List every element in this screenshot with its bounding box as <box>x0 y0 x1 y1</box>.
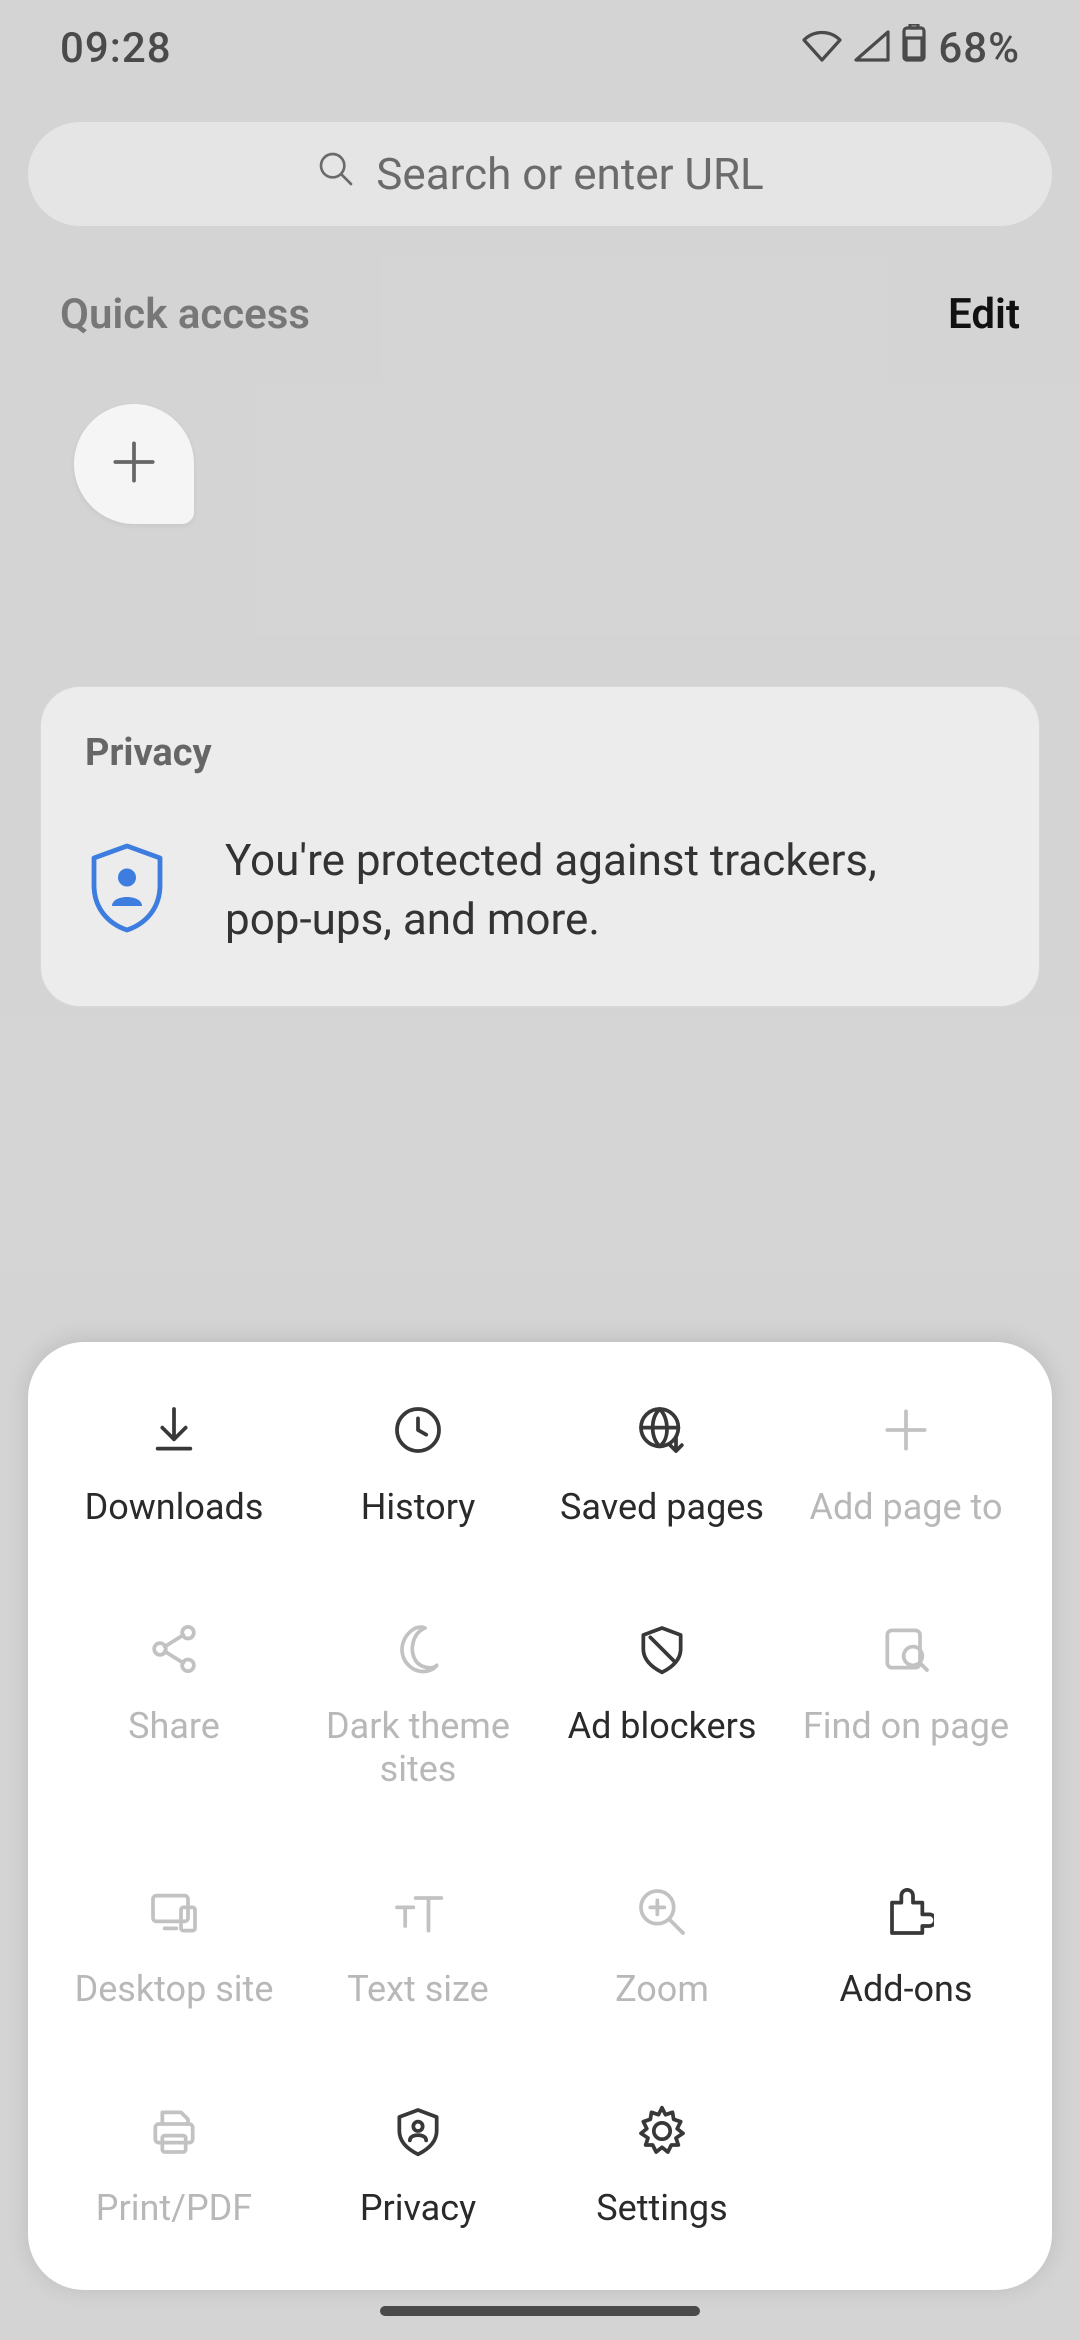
desktop-icon <box>146 1884 202 1940</box>
search-icon <box>316 148 356 200</box>
menu-add-ons[interactable]: Add-ons <box>784 1884 1028 2011</box>
download-icon <box>146 1402 202 1458</box>
clock-icon <box>390 1402 446 1458</box>
privacy-card-title: Privacy <box>85 731 995 775</box>
plus-icon <box>106 434 162 494</box>
zoom-in-icon <box>634 1884 690 1940</box>
menu-find-on-page: Find on page <box>784 1621 1028 1791</box>
nav-handle[interactable] <box>380 2306 700 2316</box>
menu-label: Zoom <box>615 1968 709 2011</box>
menu-label: Text size <box>347 1968 488 2011</box>
gear-icon <box>634 2103 690 2159</box>
menu-downloads[interactable]: Downloads <box>52 1402 296 1529</box>
menu-label: Print/PDF <box>96 2187 252 2230</box>
menu-label: Saved pages <box>560 1486 764 1529</box>
quick-access-header: Quick access Edit <box>60 290 1020 339</box>
battery-pct: 68% <box>938 24 1020 73</box>
menu-saved-pages[interactable]: Saved pages <box>540 1402 784 1529</box>
shield-user-icon <box>390 2103 446 2159</box>
menu-label: Desktop site <box>75 1968 274 2011</box>
menu-label: Settings <box>596 2187 727 2230</box>
globe-download-icon <box>634 1402 690 1458</box>
menu-label: Privacy <box>360 2187 476 2230</box>
menu-label: Ad blockers <box>568 1705 757 1748</box>
privacy-card[interactable]: Privacy You're protected against tracker… <box>40 686 1040 1007</box>
menu-zoom: Zoom <box>540 1884 784 2011</box>
text-size-icon <box>390 1884 446 1940</box>
menu-add-page-to: Add page to <box>784 1402 1028 1529</box>
menu-history[interactable]: History <box>296 1402 540 1529</box>
menu-label: Add-ons <box>839 1968 972 2011</box>
menu-settings[interactable]: Settings <box>540 2103 784 2230</box>
plus-icon <box>878 1402 934 1458</box>
printer-icon <box>146 2103 202 2159</box>
menu-desktop-site: Desktop site <box>52 1884 296 2011</box>
tools-menu-sheet: Downloads History Saved pages Add page t… <box>28 1342 1052 2290</box>
status-time: 09:28 <box>60 24 172 73</box>
quick-access-label: Quick access <box>60 290 310 339</box>
menu-label: Add page to <box>809 1486 1002 1529</box>
search-placeholder: Search or enter URL <box>376 148 764 200</box>
privacy-card-text: You're protected against trackers, pop‑u… <box>225 831 995 950</box>
menu-text-size: Text size <box>296 1884 540 2011</box>
menu-label: History <box>361 1486 476 1529</box>
find-icon <box>878 1621 934 1677</box>
menu-ad-blockers[interactable]: Ad blockers <box>540 1621 784 1791</box>
cellular-icon <box>854 24 890 73</box>
puzzle-icon <box>878 1884 934 1940</box>
status-right: 68% <box>802 24 1020 73</box>
battery-icon <box>902 24 926 73</box>
menu-label: Find on page <box>803 1705 1009 1748</box>
menu-dark-theme-sites: Dark theme sites <box>296 1621 540 1791</box>
add-quick-access-button[interactable] <box>74 404 194 524</box>
edit-button[interactable]: Edit <box>948 290 1020 339</box>
menu-print-pdf: Print/PDF <box>52 2103 296 2230</box>
menu-label: Downloads <box>85 1486 264 1529</box>
menu-label: Share <box>128 1705 220 1748</box>
menu-label: Dark theme sites <box>302 1705 534 1791</box>
menu-share: Share <box>52 1621 296 1791</box>
share-icon <box>146 1621 202 1677</box>
shield-user-icon <box>85 840 169 940</box>
menu-privacy[interactable]: Privacy <box>296 2103 540 2230</box>
wifi-icon <box>802 24 842 73</box>
moon-icon <box>390 1621 446 1677</box>
url-search-bar[interactable]: Search or enter URL <box>28 122 1052 226</box>
shield-slash-icon <box>634 1621 690 1677</box>
status-bar: 09:28 68% <box>0 0 1080 96</box>
